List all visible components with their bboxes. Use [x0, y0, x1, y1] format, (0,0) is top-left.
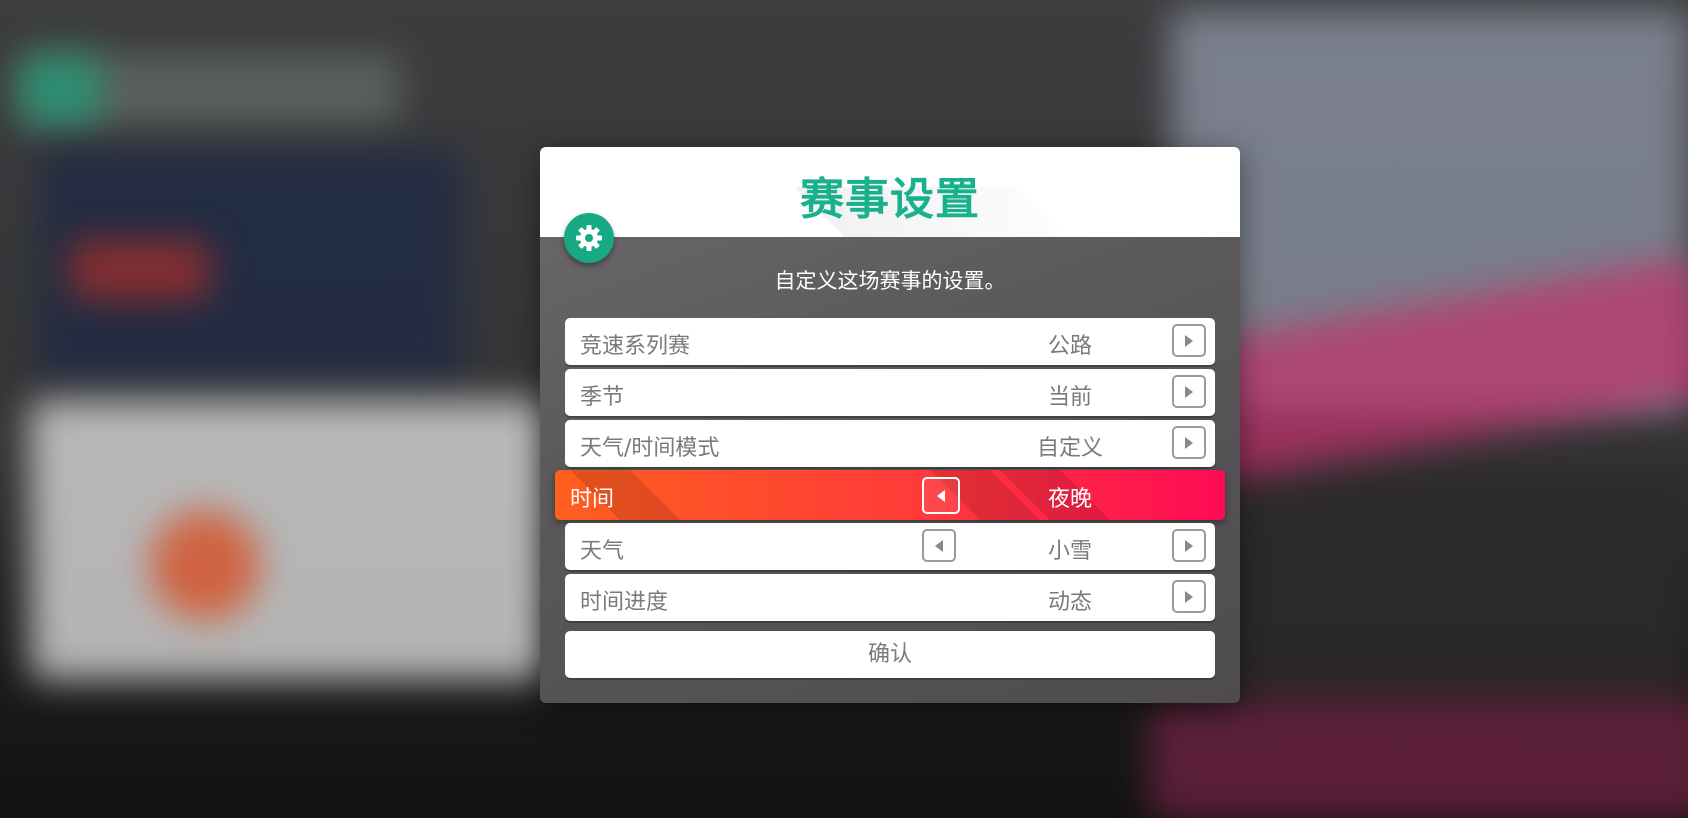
next-option-button[interactable]: [1172, 529, 1206, 562]
setting-label: 天气: [580, 539, 625, 564]
next-option-button[interactable]: [1172, 426, 1206, 459]
background-blur-shape: [20, 55, 100, 125]
background-blur-shape: [150, 510, 260, 620]
event-settings-dialog: 赛事设置 自定义这场赛事的设置。 竞速系列赛 公路 季节 当前 天气/时间模式 …: [540, 147, 1240, 703]
setting-row-season[interactable]: 季节 当前: [565, 369, 1215, 416]
arrow-left-icon: [937, 489, 945, 502]
setting-row-time[interactable]: 时间 夜晚: [555, 470, 1225, 520]
setting-value: 动态: [1047, 590, 1092, 615]
background-blur-shape: [70, 240, 210, 300]
setting-row-weather[interactable]: 天气 小雪: [565, 523, 1215, 570]
previous-option-button[interactable]: [922, 529, 956, 562]
gear-icon: [564, 213, 614, 263]
setting-value: 自定义: [1036, 436, 1103, 461]
next-option-button[interactable]: [1172, 324, 1206, 357]
arrow-right-icon: [1185, 590, 1193, 603]
arrow-right-icon: [1185, 436, 1193, 449]
setting-value: 当前: [1047, 385, 1092, 410]
background-blur-shape: [1210, 470, 1688, 700]
setting-label: 天气/时间模式: [580, 436, 720, 461]
setting-label: 时间进度: [580, 590, 669, 615]
next-option-button[interactable]: [1172, 580, 1206, 613]
setting-value: 夜晚: [1047, 487, 1092, 512]
setting-label: 竞速系列赛: [580, 334, 691, 359]
arrow-right-icon: [1185, 334, 1193, 347]
arrow-right-icon: [1185, 539, 1193, 552]
background-blur-shape: [1150, 700, 1688, 818]
background-blur-shape: [30, 400, 550, 680]
confirm-button[interactable]: 确认: [565, 631, 1215, 678]
setting-label: 季节: [580, 385, 625, 410]
setting-label: 时间: [570, 487, 615, 512]
dialog-header: 赛事设置: [540, 147, 1240, 237]
setting-value: 小雪: [1047, 539, 1092, 564]
arrow-left-icon: [935, 539, 943, 552]
setting-row-time-progression[interactable]: 时间进度 动态: [565, 574, 1215, 621]
next-option-button[interactable]: [1172, 375, 1206, 408]
arrow-right-icon: [1185, 385, 1193, 398]
setting-row-race-series[interactable]: 竞速系列赛 公路: [565, 318, 1215, 365]
setting-value: 公路: [1047, 334, 1092, 359]
dialog-title: 赛事设置: [800, 174, 980, 225]
previous-option-button[interactable]: [922, 477, 960, 514]
setting-row-weather-time-mode[interactable]: 天气/时间模式 自定义: [565, 420, 1215, 467]
dialog-subtitle: 自定义这场赛事的设置。: [774, 269, 1006, 293]
